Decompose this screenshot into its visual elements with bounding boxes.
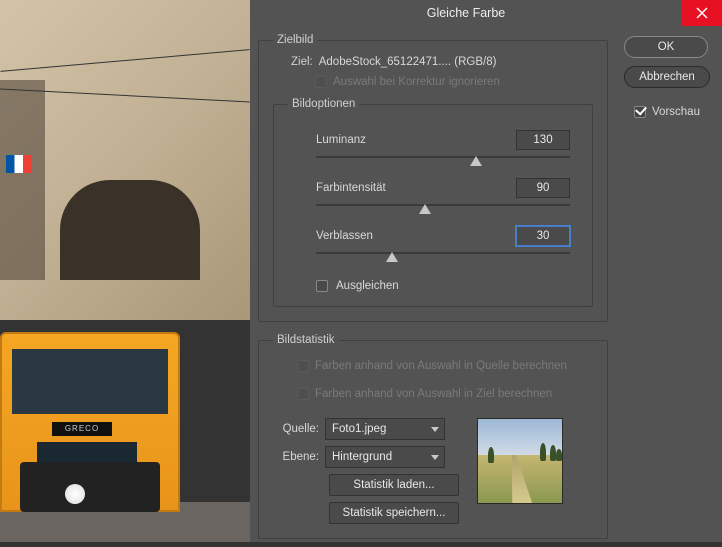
image-statistics-group: Bildstatistik Farben anhand von Auswahl …: [258, 334, 608, 539]
target-label: Ziel:: [291, 56, 313, 68]
tram-sign: GRECO: [52, 422, 112, 436]
chevron-down-icon: [431, 427, 439, 432]
fade-input[interactable]: [516, 226, 570, 246]
match-color-dialog: Gleiche Farbe Zielbild Ziel: AdobeStock_…: [250, 0, 722, 542]
source-label: Quelle:: [273, 423, 319, 435]
source-select[interactable]: Foto1.jpeg: [325, 418, 445, 440]
luminance-input[interactable]: [516, 130, 570, 150]
color-intensity-slider-group: Farbintensität: [316, 178, 570, 216]
image-options-group: Bildoptionen Luminanz Farbi: [273, 98, 593, 307]
target-image-legend: Zielbild: [273, 34, 317, 46]
fade-label: Verblassen: [316, 230, 516, 242]
close-icon: [696, 7, 708, 19]
layer-select-value: Hintergrund: [332, 451, 392, 463]
neutralize-checkbox[interactable]: [316, 280, 328, 292]
calc-from-target-label: Farben anhand von Auswahl in Ziel berech…: [315, 388, 552, 400]
color-intensity-input[interactable]: [516, 178, 570, 198]
calc-from-source-checkbox: [297, 360, 309, 372]
source-thumbnail: [477, 418, 563, 504]
color-intensity-slider[interactable]: [316, 202, 570, 216]
load-statistics-button[interactable]: Statistik laden...: [329, 474, 459, 496]
ok-button[interactable]: OK: [624, 36, 708, 58]
luminance-slider-group: Luminanz: [316, 130, 570, 168]
color-intensity-label: Farbintensität: [316, 182, 516, 194]
source-select-value: Foto1.jpeg: [332, 423, 386, 435]
titlebar: Gleiche Farbe: [250, 0, 722, 26]
preview-image: GRECO: [0, 0, 250, 542]
image-statistics-legend: Bildstatistik: [273, 334, 339, 346]
layer-label: Ebene:: [273, 451, 319, 463]
luminance-slider[interactable]: [316, 154, 570, 168]
chevron-down-icon: [431, 455, 439, 460]
fade-slider-group: Verblassen: [316, 226, 570, 264]
preview-checkbox[interactable]: [634, 106, 646, 118]
ignore-selection-checkbox: [315, 76, 327, 88]
ignore-selection-label: Auswahl bei Korrektur ignorieren: [333, 76, 500, 88]
fade-slider[interactable]: [316, 250, 570, 264]
luminance-label: Luminanz: [316, 134, 516, 146]
layer-select[interactable]: Hintergrund: [325, 446, 445, 468]
cancel-button[interactable]: Abbrechen: [624, 66, 710, 88]
image-options-legend: Bildoptionen: [288, 98, 359, 110]
dialog-title: Gleiche Farbe: [250, 6, 682, 20]
target-image-group: Zielbild Ziel: AdobeStock_65122471.... (…: [258, 34, 608, 322]
close-button[interactable]: [682, 0, 722, 26]
save-statistics-button[interactable]: Statistik speichern...: [329, 502, 459, 524]
neutralize-label: Ausgleichen: [336, 280, 399, 292]
calc-from-target-checkbox: [297, 388, 309, 400]
preview-label: Vorschau: [652, 106, 700, 118]
target-value: AdobeStock_65122471.... (RGB/8): [319, 56, 497, 68]
calc-from-source-label: Farben anhand von Auswahl in Quelle bere…: [315, 360, 567, 372]
